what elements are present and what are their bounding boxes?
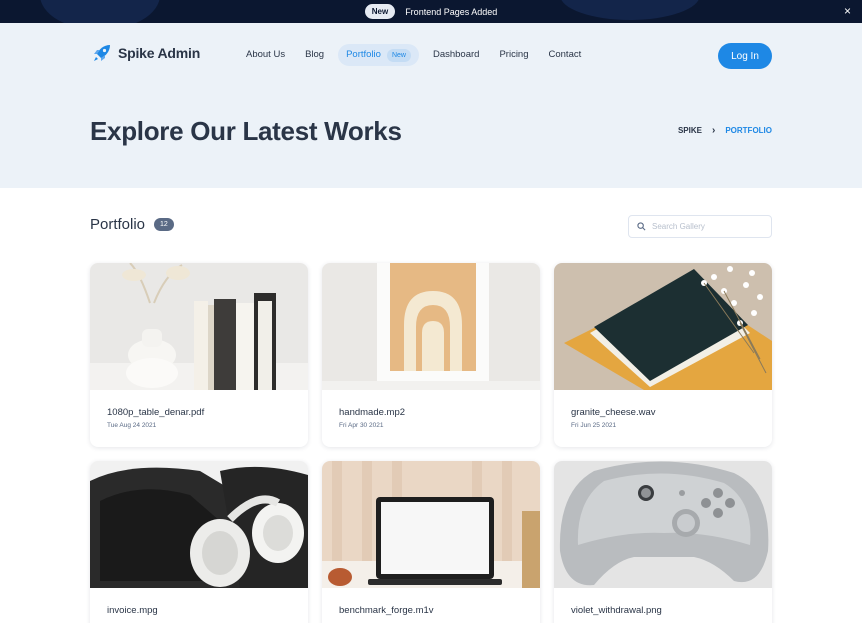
nav-item-portfolio[interactable]: Portfolio New [338,44,419,66]
file-name: benchmark_forge.m1v [339,605,434,616]
announcement-badge: New [364,4,396,19]
nav-item-pricing[interactable]: Pricing [489,44,538,66]
main-nav: About Us Blog Portfolio New Dashboard Pr… [236,44,591,66]
portfolio-card[interactable]: invoice.mpg [90,461,308,623]
file-name: granite_cheese.wav [571,407,656,418]
headphones-case-image [90,461,308,588]
portfolio-card[interactable]: 1080p_table_denar.pdf Tue Aug 24 2021 [90,263,308,447]
rocket-icon [94,45,110,61]
nav-item-about-us[interactable]: About Us [236,44,295,66]
portfolio-header: Portfolio 12 [90,216,174,233]
announcement-message: Frontend Pages Added [405,6,498,17]
nav-item-contact[interactable]: Contact [539,44,592,66]
breadcrumb-item-home[interactable]: SPIKE [678,126,702,135]
laptop-desk-image [322,461,540,588]
vase-books-image [90,263,308,390]
file-name: handmade.mp2 [339,407,406,418]
count-badge: 12 [154,218,174,231]
portfolio-card[interactable]: handmade.mp2 Fri Apr 30 2021 [322,263,540,447]
breadcrumb-item-current: PORTFOLIO [725,126,772,135]
announcement-bar: New Frontend Pages Added × [0,0,862,23]
game-controller-image [554,461,772,588]
portfolio-card[interactable]: granite_cheese.wav Fri Jun 25 2021 [554,263,772,447]
file-name: 1080p_table_denar.pdf [107,407,205,418]
new-badge: New [386,48,411,62]
search-box[interactable] [628,215,772,238]
file-name: violet_withdrawal.png [571,605,662,616]
breadcrumb: SPIKE › PORTFOLIO [678,125,772,136]
nav-item-dashboard[interactable]: Dashboard [423,44,489,66]
file-date: Fri Jun 25 2021 [571,422,617,429]
file-date: Fri Apr 30 2021 [339,422,384,429]
close-icon[interactable]: × [844,5,851,17]
brand-name: Spike Admin [118,45,201,61]
book-with-flowers-image [554,263,772,390]
portfolio-grid: 1080p_table_denar.pdf Tue Aug 24 2021 ha… [90,263,772,623]
search-icon [637,222,646,231]
section-title: Portfolio [90,216,146,233]
nav-item-blog[interactable]: Blog [295,44,334,66]
brand-logo[interactable]: Spike Admin [92,43,200,63]
page-title: Explore Our Latest Works [90,116,402,146]
login-button[interactable]: Log In [718,43,772,69]
hero-section: Spike Admin About Us Blog Portfolio New … [0,23,862,188]
file-date: Tue Aug 24 2021 [107,422,157,429]
nav-item-label: Portfolio [346,49,381,60]
chevron-right-icon: › [711,125,716,136]
portfolio-card[interactable]: violet_withdrawal.png [554,461,772,623]
search-input[interactable] [652,222,762,231]
framed-arch-art-image [322,263,540,390]
file-name: invoice.mpg [107,605,158,616]
portfolio-card[interactable]: benchmark_forge.m1v [322,461,540,623]
